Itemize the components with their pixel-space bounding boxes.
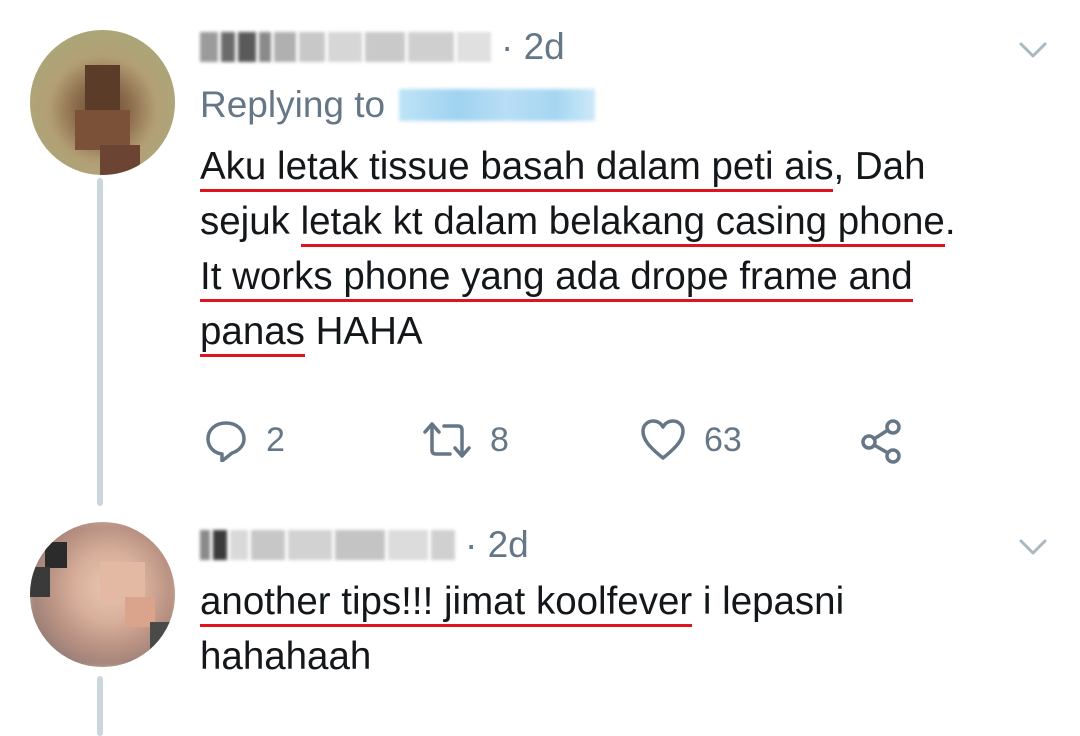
tweet-text-line: hahahaah [200, 629, 844, 684]
reply-count: 2 [266, 420, 285, 459]
tweet-text-line: It works phone yang ada drope frame and [200, 249, 956, 304]
text-segment: , Dah [833, 145, 926, 188]
replying-to: Replying to [200, 84, 596, 126]
retweet-count: 8 [490, 420, 509, 459]
like-count: 63 [704, 420, 742, 459]
share-button[interactable] [860, 418, 904, 464]
reply-handle-link[interactable] [399, 89, 596, 121]
retweet-button[interactable]: 8 [422, 418, 509, 462]
reply-button[interactable]: 2 [204, 418, 285, 462]
heart-icon [641, 419, 685, 460]
avatar[interactable] [30, 30, 175, 175]
tweet-text-line: another tips!!! jimat koolfever i lepasn… [200, 574, 844, 629]
share-icon [861, 419, 901, 464]
tweet-header: · 2d [200, 522, 529, 568]
thread-line [97, 676, 103, 736]
text-segment: . [944, 200, 956, 243]
chevron-down-icon[interactable] [1018, 40, 1048, 60]
author-name[interactable] [200, 530, 455, 560]
underlined-text: It works phone yang ada drope frame and [200, 255, 913, 302]
underlined-text: another tips!!! jimat koolfever [200, 580, 693, 627]
tweet-text: Aku letak tissue basah dalam peti ais, D… [200, 139, 956, 359]
tweet-text-line: Aku letak tissue basah dalam peti ais, D… [200, 139, 956, 194]
tweet-time[interactable]: · 2d [501, 26, 565, 68]
tweet-text-line: panas HAHA [200, 304, 956, 359]
underlined-text: Aku letak tissue basah dalam peti ais [200, 145, 834, 192]
text-segment: HAHA [304, 310, 423, 353]
like-button[interactable]: 63 [640, 418, 742, 462]
replying-label: Replying to [200, 84, 386, 125]
retweet-icon [423, 422, 471, 458]
reply-icon [206, 421, 246, 462]
avatar[interactable] [30, 522, 175, 667]
underlined-text: panas [200, 310, 305, 357]
text-segment: sejuk [200, 200, 301, 243]
tweet-text: another tips!!! jimat koolfever i lepasn… [200, 574, 844, 684]
thread-line [97, 178, 103, 506]
author-name[interactable] [200, 32, 491, 62]
tweet-time[interactable]: · 2d [465, 524, 529, 566]
tweet-text-line: sejuk letak kt dalam belakang casing pho… [200, 194, 956, 249]
underlined-text: letak kt dalam belakang casing phone [300, 200, 945, 247]
tweet-header: · 2d [200, 24, 565, 70]
text-segment: hahahaah [200, 635, 372, 678]
chevron-down-icon[interactable] [1018, 537, 1048, 557]
text-segment: i lepasni [692, 580, 845, 623]
